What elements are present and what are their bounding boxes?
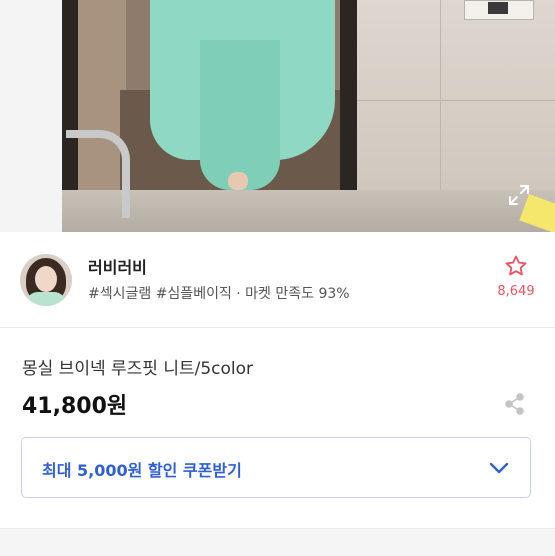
coupon-label: 최대 5,000원 할인 쿠폰받기 xyxy=(42,461,242,480)
chevron-down-icon xyxy=(489,462,509,474)
coupon-button[interactable]: 최대 5,000원 할인 쿠폰받기 xyxy=(21,437,531,498)
photo-tile-line xyxy=(330,100,555,101)
expand-arrows-icon[interactable] xyxy=(508,184,530,206)
like-count: 8,649 xyxy=(497,284,535,299)
product-title: 몽실 브이넥 루즈핏 니트/5color xyxy=(22,359,254,379)
seller-tags: #섹시글램 #심플베이직 · 마켓 만족도 93% xyxy=(88,286,350,302)
star-outline-icon xyxy=(505,255,527,276)
seller-row[interactable]: 러비러비 #섹시글램 #심플베이직 · 마켓 만족도 93% 8,649 xyxy=(0,232,555,328)
seller-avatar[interactable] xyxy=(20,254,72,306)
bottom-divider xyxy=(0,528,555,556)
photo-edge xyxy=(0,0,62,232)
avatar-face xyxy=(35,266,57,292)
like-button[interactable]: 8,649 xyxy=(496,252,536,306)
product-price: 41,800원 xyxy=(22,394,128,419)
avatar-body xyxy=(26,292,66,306)
product-photo[interactable] xyxy=(0,0,555,232)
seller-name[interactable]: 러비러비 xyxy=(88,254,147,278)
photo-tile-line xyxy=(440,0,441,190)
photo-counter xyxy=(62,190,555,232)
photo-switch-button xyxy=(488,2,508,14)
photo-hand xyxy=(228,172,248,190)
photo-wall xyxy=(330,0,555,190)
share-icon[interactable] xyxy=(504,392,526,416)
photo-knit-sleeve xyxy=(200,40,280,190)
photo-faucet xyxy=(66,130,130,218)
